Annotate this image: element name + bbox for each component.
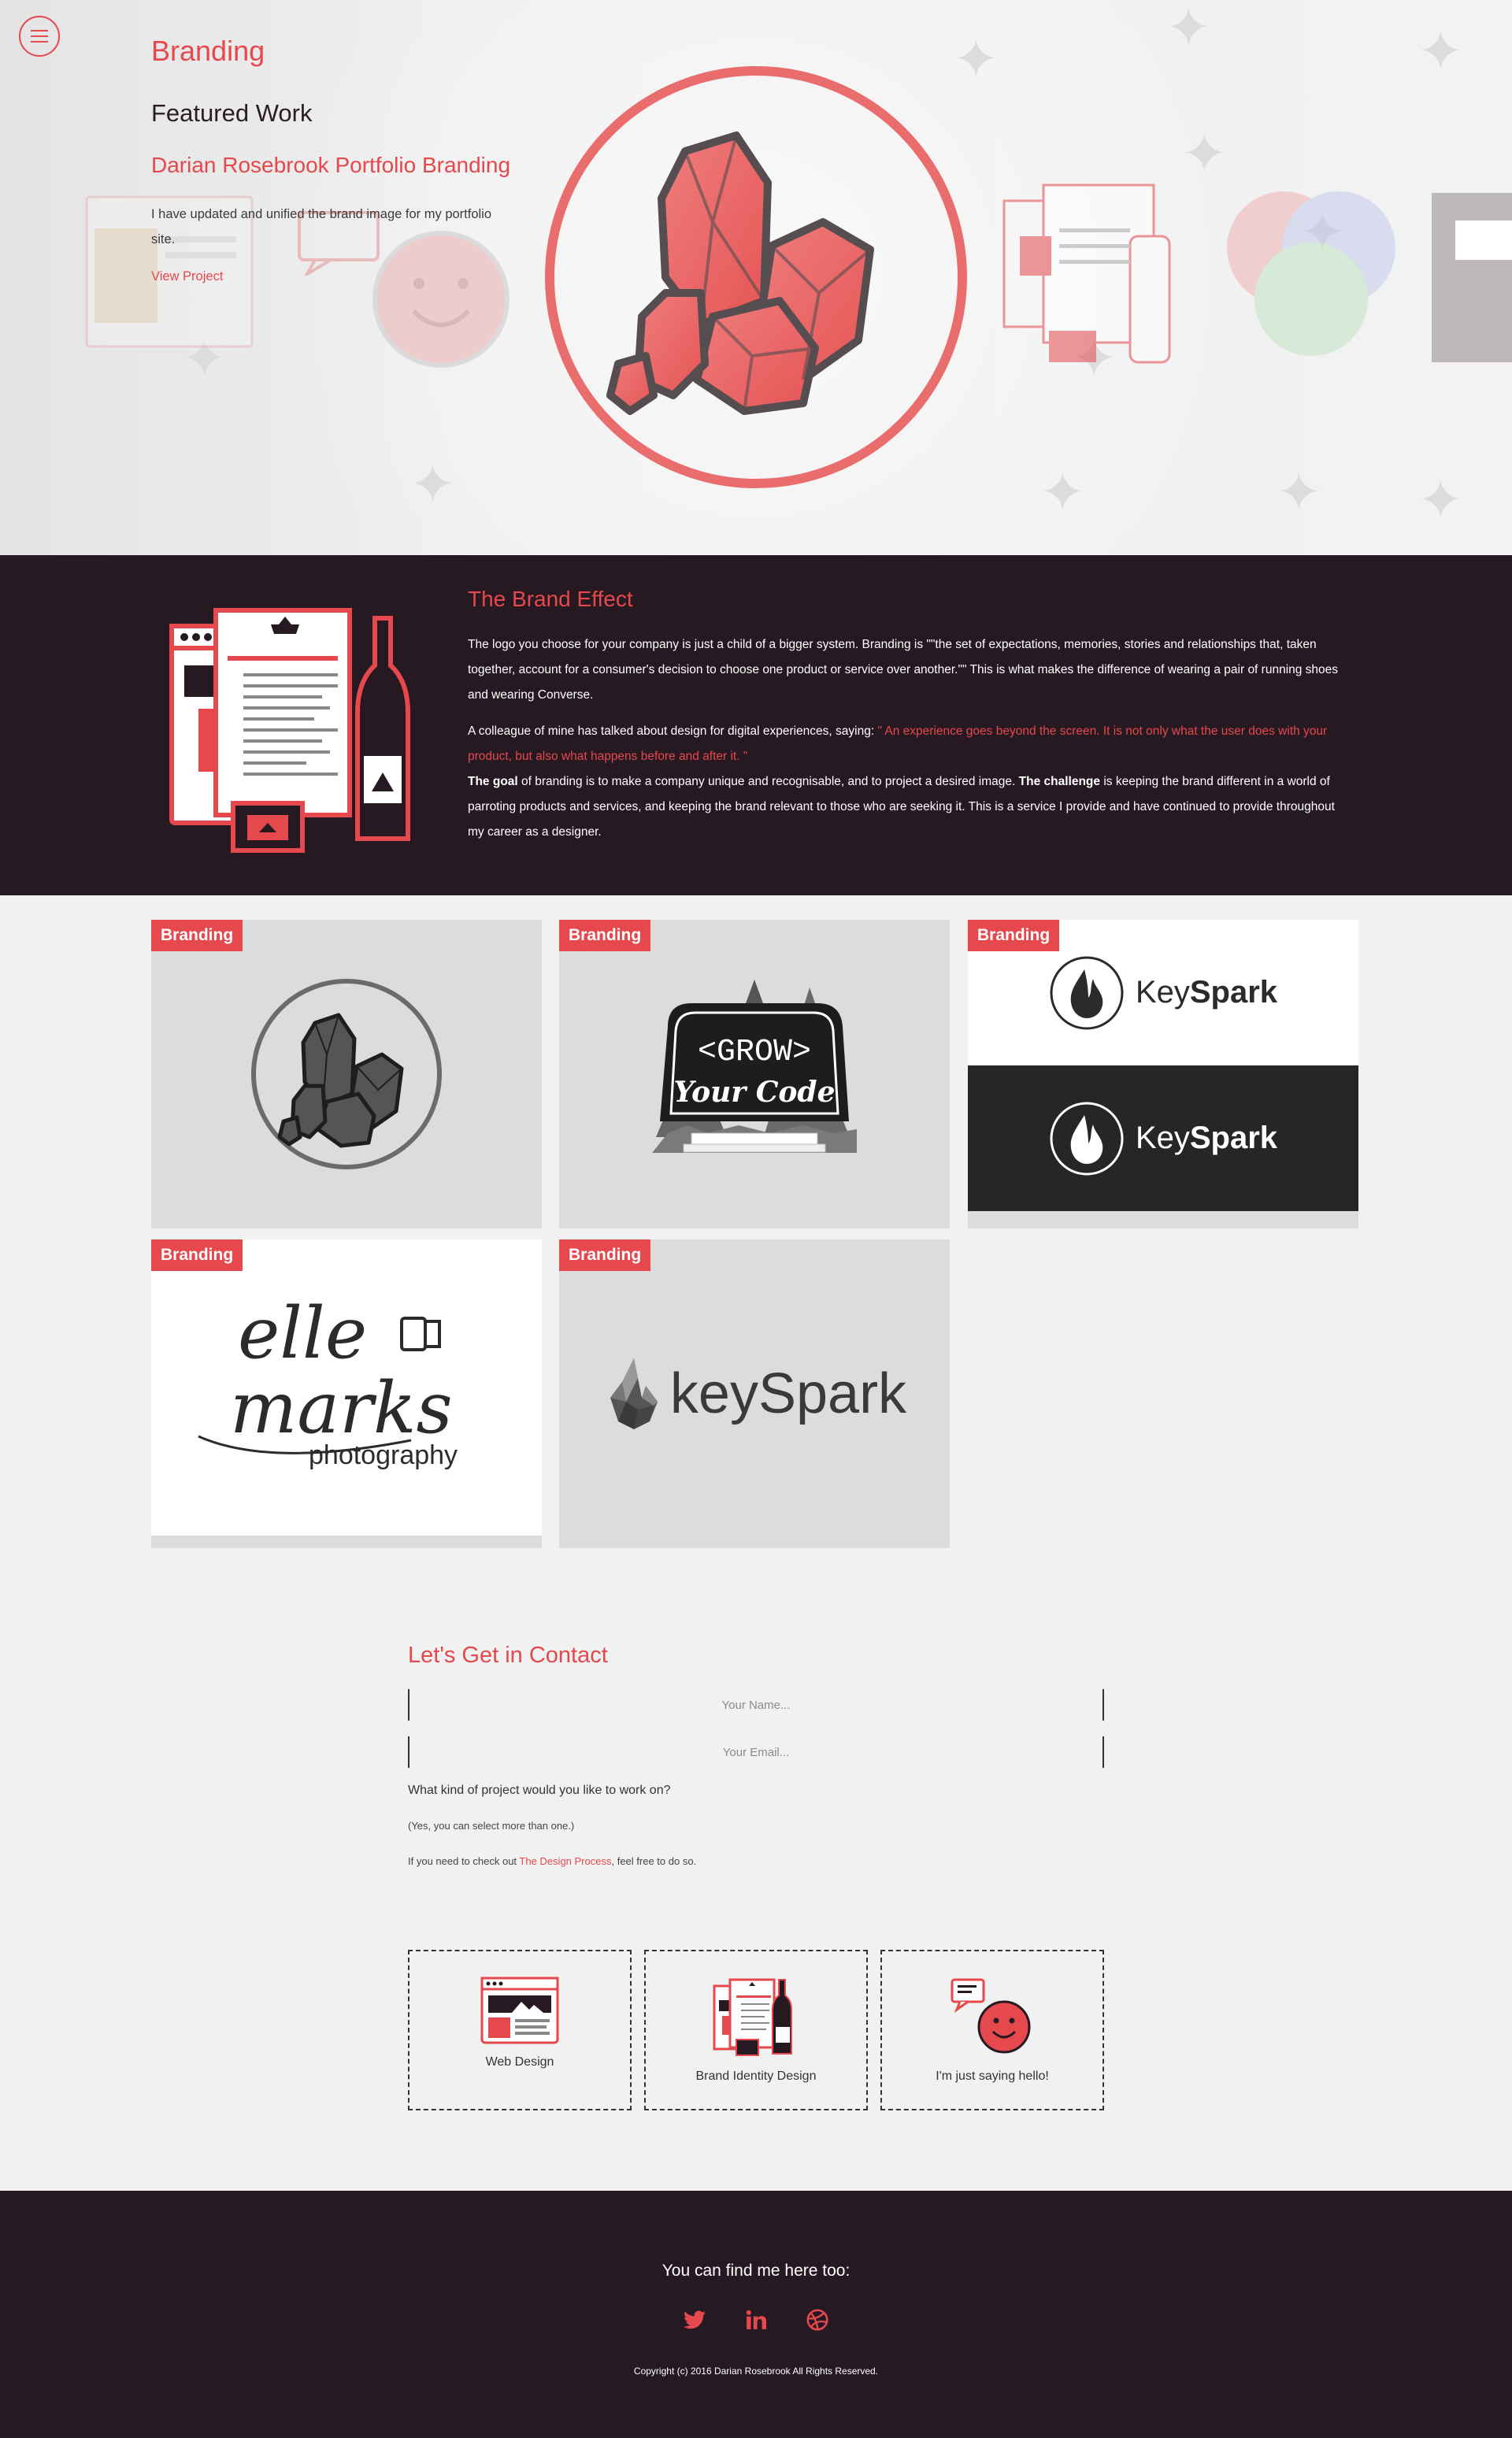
crystal-logo	[545, 66, 967, 488]
option-web-design[interactable]: Web Design	[408, 1950, 632, 2110]
wordmark-bold: Spark	[1189, 1121, 1278, 1155]
keyspark-wordmark: KeySpark	[1136, 1121, 1277, 1156]
linkedin-icon[interactable]	[745, 2309, 767, 2331]
category-badge: Branding	[559, 920, 651, 951]
brand-effect-section: The Brand Effect The logo you choose for…	[0, 555, 1512, 895]
hero-section: ✦ ✦ ✦ ✦ ✦ ✦ ✦ ✦ ✦ ✦ ✦	[0, 0, 1512, 555]
hero-project-title: Darian Rosebrook Portfolio Branding	[151, 153, 511, 177]
view-project-link[interactable]: View Project	[151, 269, 223, 283]
portfolio-tile-keyspark-lockup[interactable]: Branding KeySpark KeySpark	[968, 920, 1358, 1228]
faded-dark-card	[1432, 193, 1512, 362]
category-badge: Branding	[151, 920, 243, 951]
brand-effect-paragraph-3: The goal of branding is to make a compan…	[468, 769, 1342, 845]
email-field	[408, 1736, 1104, 1768]
hero-featured-label: Featured Work	[151, 99, 313, 127]
dribbble-icon[interactable]	[806, 2309, 828, 2331]
project-question: What kind of project would you like to w…	[408, 1784, 671, 1797]
footer: You can find me here too: Copyright (c) …	[0, 2191, 1512, 2438]
sign-text-grow: <GROW>	[698, 1035, 811, 1070]
keyspark-poly-flame-icon	[610, 1358, 658, 1429]
faded-brand-identity-illustration	[1002, 183, 1171, 364]
menu-icon-line	[31, 30, 48, 31]
elle-marks-logo: elle marks photography	[198, 1292, 458, 1470]
tile-content	[151, 920, 542, 1228]
brand-identity-illustration	[169, 608, 410, 853]
paragraph-text: of branding is to make a company unique …	[517, 775, 1019, 788]
hero-text: Branding Featured Work Darian Rosebrook …	[151, 35, 521, 284]
web-design-icon	[480, 1977, 559, 2044]
portfolio-tile-elle-marks[interactable]: Branding elle marks photography	[151, 1239, 542, 1548]
select-note: (Yes, you can select more than one.)	[408, 1820, 575, 1832]
design-process-note: If you need to check out The Design Proc…	[408, 1855, 1104, 1867]
option-label: I'm just saying hello!	[936, 2069, 1049, 2083]
keyspark-logo-text: keySpark	[669, 1362, 907, 1425]
hero-category: Branding	[151, 35, 265, 67]
wordmark-light: Key	[1135, 1121, 1190, 1155]
name-input[interactable]	[410, 1689, 1102, 1721]
portfolio-tile-keyspark[interactable]: Branding keySpark	[559, 1239, 950, 1548]
category-badge: Branding	[559, 1239, 651, 1271]
paragraph-text: The logo you choose for your company is …	[468, 638, 927, 651]
emphasis-text: The challenge	[1018, 775, 1101, 788]
menu-button[interactable]	[19, 16, 60, 57]
footer-title: You can find me here too:	[662, 2262, 850, 2280]
category-badge: Branding	[968, 920, 1060, 951]
contact-title: Let's Get in Contact	[408, 1643, 608, 1668]
faded-color-circles	[1227, 191, 1395, 356]
paragraph-text: A colleague of mine has talked about des…	[468, 724, 878, 738]
sparkle-decoration: ✦	[1181, 121, 1228, 186]
option-brand-identity-design[interactable]: Brand Identity Design	[644, 1950, 868, 2110]
hero-description: I have updated and unified the brand ima…	[151, 207, 492, 246]
sign-text-your-code: Your Code	[674, 1076, 836, 1109]
portfolio-tile-grow-your-code[interactable]: Branding <GROW> Your Code	[559, 920, 950, 1228]
wordmark-light: Key	[1135, 975, 1190, 1010]
twitter-icon[interactable]	[684, 2309, 706, 2331]
faded-dark-card-inset	[1455, 220, 1512, 260]
emphasis-text: The goal	[468, 775, 518, 788]
elle-marks-panel: elle marks photography	[151, 1239, 542, 1536]
keyspark-wordmark: KeySpark	[1136, 975, 1277, 1010]
wordmark-bold: Spark	[1189, 975, 1278, 1010]
note-text: , feel free to do so.	[611, 1855, 697, 1867]
keyspark-flame-icon	[1050, 956, 1124, 1029]
brand-effect-title: The Brand Effect	[468, 587, 633, 611]
sparkle-decoration: ✦	[1418, 19, 1464, 83]
brand-effect-paragraph-1: The logo you choose for your company is …	[468, 632, 1342, 708]
menu-icon-line	[31, 35, 48, 37]
smiley-speech-icon	[951, 1978, 1031, 2054]
option-just-saying-hello[interactable]: I'm just saying hello!	[880, 1950, 1104, 2110]
brand-effect-paragraph-2: A colleague of mine has talked about des…	[468, 719, 1342, 769]
note-text: If you need to check out	[408, 1855, 520, 1867]
tile-content: keySpark	[559, 1239, 950, 1548]
menu-icon-line	[31, 41, 48, 43]
sparkle-decoration: ✦	[1418, 468, 1464, 532]
social-links	[0, 2309, 1512, 2331]
brand-identity-icon	[713, 1978, 792, 2056]
option-label: Brand Identity Design	[695, 2069, 817, 2083]
logo-script-elle: elle	[238, 1292, 367, 1375]
brand-effect-text: The Brand Effect The logo you choose for…	[468, 587, 1342, 856]
portfolio-tile-crystal[interactable]: Branding	[151, 920, 542, 1228]
keyspark-dark-panel: KeySpark	[968, 1065, 1358, 1211]
crystal-logo-grey	[251, 979, 442, 1169]
keyspark-flame-icon	[1050, 1102, 1124, 1175]
sparkle-decoration: ✦	[1276, 460, 1322, 524]
design-process-link[interactable]: The Design Process	[519, 1855, 611, 1867]
contact-section: Let's Get in Contact What kind of projec…	[408, 1643, 1104, 2110]
project-options: Web Design Brand Identity Design I'm jus…	[408, 1950, 1104, 2110]
email-input[interactable]	[410, 1736, 1102, 1768]
sparkle-decoration: ✦	[410, 452, 456, 517]
option-label: Web Design	[485, 2055, 554, 2069]
tile-content: <GROW> Your Code	[559, 920, 950, 1228]
category-badge: Branding	[151, 1239, 243, 1271]
logo-subtitle: photography	[309, 1440, 458, 1470]
sparkle-decoration: ✦	[1166, 0, 1212, 60]
sparkle-decoration: ✦	[1040, 460, 1086, 524]
logo-script-marks: marks	[230, 1367, 453, 1450]
grow-your-code-sign: <GROW> Your Code	[652, 980, 857, 1153]
copyright: Copyright (c) 2016 Darian Rosebrook All …	[633, 2366, 879, 2377]
name-field	[408, 1689, 1104, 1721]
